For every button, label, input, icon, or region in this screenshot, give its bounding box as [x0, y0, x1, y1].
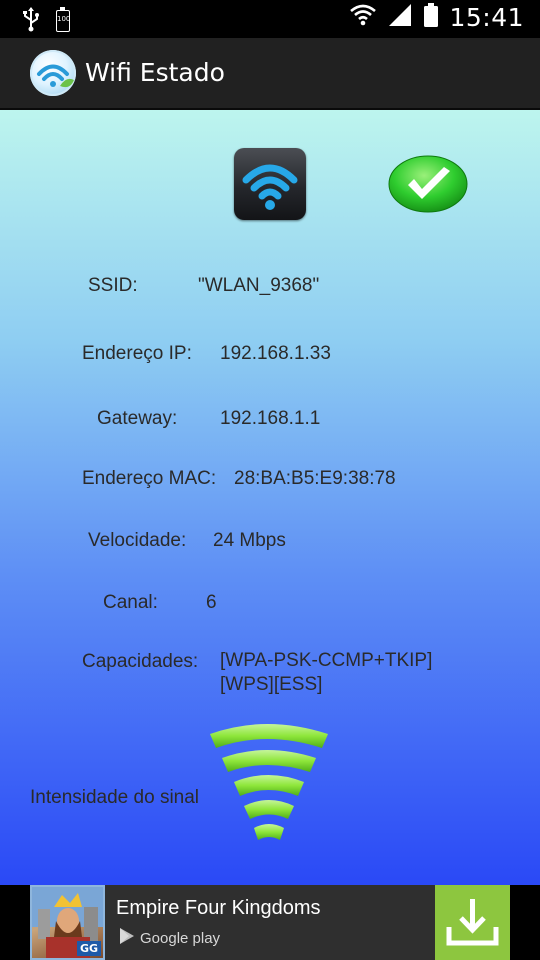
- gateway-value: 192.168.1.1: [220, 408, 321, 429]
- capabilities-label: Capacidades:: [82, 651, 199, 672]
- gateway-label: Gateway:: [97, 408, 178, 429]
- ssid-label: SSID:: [88, 275, 138, 296]
- channel-value: 6: [206, 592, 217, 613]
- channel-label: Canal:: [103, 592, 158, 613]
- ad-title[interactable]: Empire Four Kingdoms: [116, 897, 321, 920]
- battery-full-icon: [423, 2, 439, 32]
- status-time: 15:41: [449, 2, 524, 32]
- status-bar: 100 15:41: [0, 0, 540, 38]
- ip-label: Endereço IP:: [82, 343, 192, 364]
- ssid-value: "WLAN_9368": [198, 275, 320, 296]
- app-bar: Wifi Estado: [0, 38, 540, 110]
- connected-check-icon: [388, 155, 468, 213]
- signal-strength-icon: [206, 722, 332, 842]
- status-bar-left: 100: [22, 6, 70, 36]
- play-store-icon: [118, 927, 136, 949]
- wifi-connected-icon: [234, 148, 306, 220]
- speed-value: 24 Mbps: [213, 530, 286, 551]
- ad-thumb-badge: GG: [76, 941, 101, 956]
- ad-banner[interactable]: GG Empire Four Kingdoms Google play: [30, 885, 510, 960]
- battery-icon: 100: [56, 7, 71, 32]
- main-content: SSID: "WLAN_9368" Endereço IP: 192.168.1…: [0, 110, 540, 885]
- status-bar-right: 15:41: [349, 2, 524, 32]
- cell-signal-icon: [387, 2, 413, 32]
- app-title: Wifi Estado: [85, 58, 225, 87]
- capabilities-value: [WPA-PSK-CCMP+TKIP][WPS][ESS]: [220, 650, 433, 695]
- mac-label: Endereço MAC:: [82, 468, 217, 489]
- battery-level-text: 100: [57, 15, 71, 23]
- screen: 100 15:41 Wifi Estado SSID: "WLAN_9368" …: [0, 0, 540, 960]
- google-play-badge[interactable]: Google play: [118, 927, 220, 949]
- ip-value: 192.168.1.33: [220, 343, 331, 364]
- wifi-icon: [349, 2, 377, 32]
- signal-strength-label: Intensidade do sinal: [30, 787, 200, 808]
- google-play-label: Google play: [140, 929, 221, 947]
- download-icon: [435, 899, 510, 960]
- wifi-estado-app-icon[interactable]: [30, 50, 76, 96]
- ad-game-thumbnail[interactable]: GG: [30, 885, 105, 960]
- ad-download-button[interactable]: [435, 885, 510, 960]
- usb-icon: [22, 6, 40, 36]
- mac-value: 28:BA:B5:E9:38:78: [234, 468, 396, 489]
- speed-label: Velocidade:: [88, 530, 187, 551]
